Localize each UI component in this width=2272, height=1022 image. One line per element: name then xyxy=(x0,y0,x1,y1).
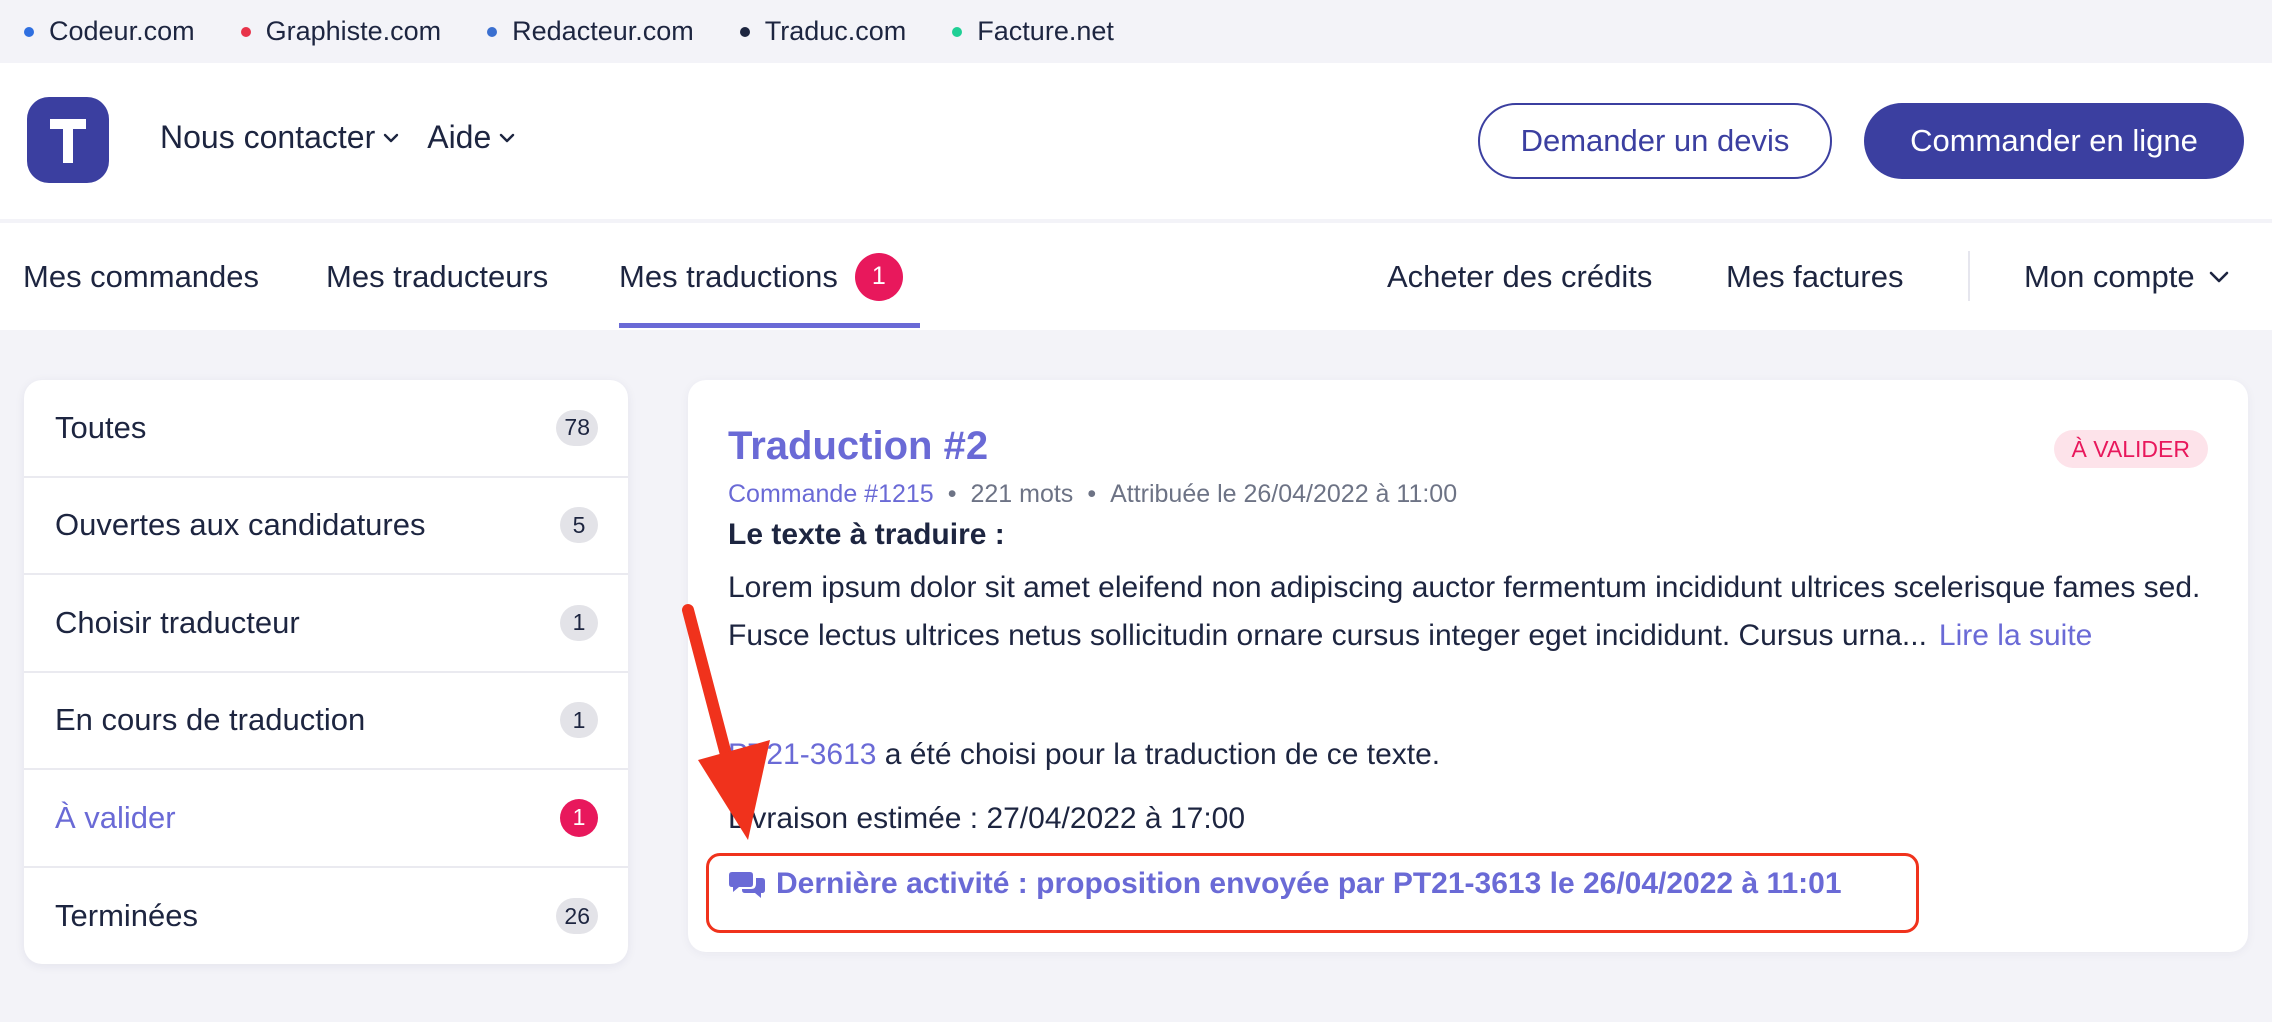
network-link-traduc[interactable]: Traduc.com xyxy=(739,16,907,47)
filter-completed[interactable]: Terminées 26 xyxy=(24,868,628,965)
network-link-redacteur[interactable]: Redacteur.com xyxy=(487,16,694,47)
meta-separator: • xyxy=(1087,480,1097,508)
filter-label: Ouvertes aux candidatures xyxy=(55,507,426,543)
filter-label: En cours de traduction xyxy=(55,702,366,738)
tab-my-translators[interactable]: Mes traducteurs xyxy=(326,223,548,330)
order-link[interactable]: Commande #1215 xyxy=(728,480,934,509)
network-link-codeur[interactable]: Codeur.com xyxy=(24,16,195,47)
tab-my-orders[interactable]: Mes commandes xyxy=(23,223,259,330)
logo-t-icon xyxy=(50,119,86,163)
filter-in-progress[interactable]: En cours de traduction 1 xyxy=(24,673,628,770)
bullet-dot-icon xyxy=(24,26,34,37)
tab-label: Mes commandes xyxy=(23,258,260,294)
account-tabs: Mes commandes Mes traducteurs Mes traduc… xyxy=(0,223,2272,330)
chosen-text: a été choisi pour la traduction de ce te… xyxy=(884,738,1441,771)
chevron-down-icon xyxy=(384,133,399,142)
nav-help-dropdown[interactable]: Aide xyxy=(427,119,515,156)
bullet-dot-icon xyxy=(487,26,498,37)
translator-chosen-line: PT21-3613 a été choisi pour la traductio… xyxy=(728,738,1440,772)
chevron-down-icon xyxy=(500,133,515,142)
tab-divider xyxy=(1968,251,1970,301)
assigned-date: Attribuée le 26/04/2022 à 11:00 xyxy=(1110,480,1458,508)
tab-label: Acheter des crédits xyxy=(1387,258,1653,294)
estimated-delivery: Livraison estimée : 27/04/2022 à 17:00 xyxy=(728,802,1246,835)
translator-link[interactable]: PT21-3613 xyxy=(728,738,876,771)
tab-label: Mes factures xyxy=(1726,258,1904,294)
filter-count-badge: 1 xyxy=(560,604,598,641)
order-online-button[interactable]: Commander en ligne xyxy=(1864,103,2244,179)
last-activity-text: Dernière activité : proposition envoyée … xyxy=(776,867,1842,900)
network-link-graphiste[interactable]: Graphiste.com xyxy=(240,16,442,47)
nav-contact-dropdown[interactable]: Nous contacter xyxy=(160,119,399,156)
notification-badge: 1 xyxy=(854,252,903,301)
tab-buy-credits[interactable]: Acheter des crédits xyxy=(1387,223,1652,330)
translation-card: Traduction #2 À VALIDER Commande #1215 •… xyxy=(688,380,2248,952)
translation-meta: Commande #1215 • 221 mots • Attribuée le… xyxy=(728,480,1457,509)
filter-count-badge: 5 xyxy=(560,507,598,544)
filter-to-validate[interactable]: À valider 1 xyxy=(24,770,628,868)
bullet-dot-icon xyxy=(952,26,963,37)
status-badge: À VALIDER xyxy=(2053,430,2208,468)
last-activity-link[interactable]: Dernière activité : proposition envoyée … xyxy=(728,867,1842,901)
filter-label: À valider xyxy=(55,799,176,835)
read-more-link[interactable]: Lire la suite xyxy=(1939,619,2092,652)
filter-count-badge: 1 xyxy=(560,798,598,837)
tab-label: Mes traducteurs xyxy=(326,258,549,294)
filter-label: Terminées xyxy=(55,898,198,934)
request-quote-button[interactable]: Demander un devis xyxy=(1478,103,1832,179)
filter-label: Choisir traducteur xyxy=(55,604,300,640)
tab-label: Mon compte xyxy=(2024,258,2195,294)
bullet-dot-icon xyxy=(240,26,251,37)
network-link-facture[interactable]: Facture.net xyxy=(952,16,1114,47)
filter-label: Toutes xyxy=(55,409,147,445)
chevron-down-icon xyxy=(2209,271,2228,282)
tab-my-invoices[interactable]: Mes factures xyxy=(1726,223,1903,330)
tab-label: Mes traductions xyxy=(619,258,838,294)
bullet-dot-icon xyxy=(739,26,750,37)
site-header: Nous contacter Aide Demander un devis Co… xyxy=(0,63,2272,219)
translation-status-filter: Toutes 78 Ouvertes aux candidatures 5 Choi… xyxy=(24,380,628,964)
network-link-label: Facture.net xyxy=(977,16,1114,46)
nav-contact-label: Nous contacter xyxy=(160,119,376,155)
network-link-label: Graphiste.com xyxy=(265,16,442,46)
network-link-label: Redacteur.com xyxy=(512,16,694,46)
nav-help-label: Aide xyxy=(427,119,492,155)
source-text-label: Le texte à traduire : xyxy=(728,518,1005,551)
filter-count-badge: 78 xyxy=(556,409,598,446)
comments-icon xyxy=(729,872,765,898)
traduc-logo[interactable] xyxy=(27,97,109,183)
filter-count-badge: 26 xyxy=(556,898,598,935)
network-link-label: Traduc.com xyxy=(764,16,907,46)
filter-choose-translator[interactable]: Choisir traducteur 1 xyxy=(24,575,628,673)
meta-separator: • xyxy=(947,480,957,508)
translation-title[interactable]: Traduction #2 xyxy=(728,424,988,469)
header-nav: Nous contacter Aide xyxy=(160,119,543,156)
tab-my-account-dropdown[interactable]: Mon compte xyxy=(2024,223,2229,330)
network-bar: Codeur.com Graphiste.com Redacteur.com T… xyxy=(0,0,2272,63)
tab-my-translations[interactable]: Mes traductions 1 xyxy=(619,223,920,330)
source-text-excerpt: Lorem ipsum dolor sit amet eleifend non … xyxy=(728,564,2218,660)
filter-all[interactable]: Toutes 78 xyxy=(24,380,628,478)
filter-count-badge: 1 xyxy=(560,702,598,739)
network-link-label: Codeur.com xyxy=(49,16,195,46)
word-count: 221 mots xyxy=(970,480,1074,508)
filter-open-applications[interactable]: Ouvertes aux candidatures 5 xyxy=(24,478,628,575)
